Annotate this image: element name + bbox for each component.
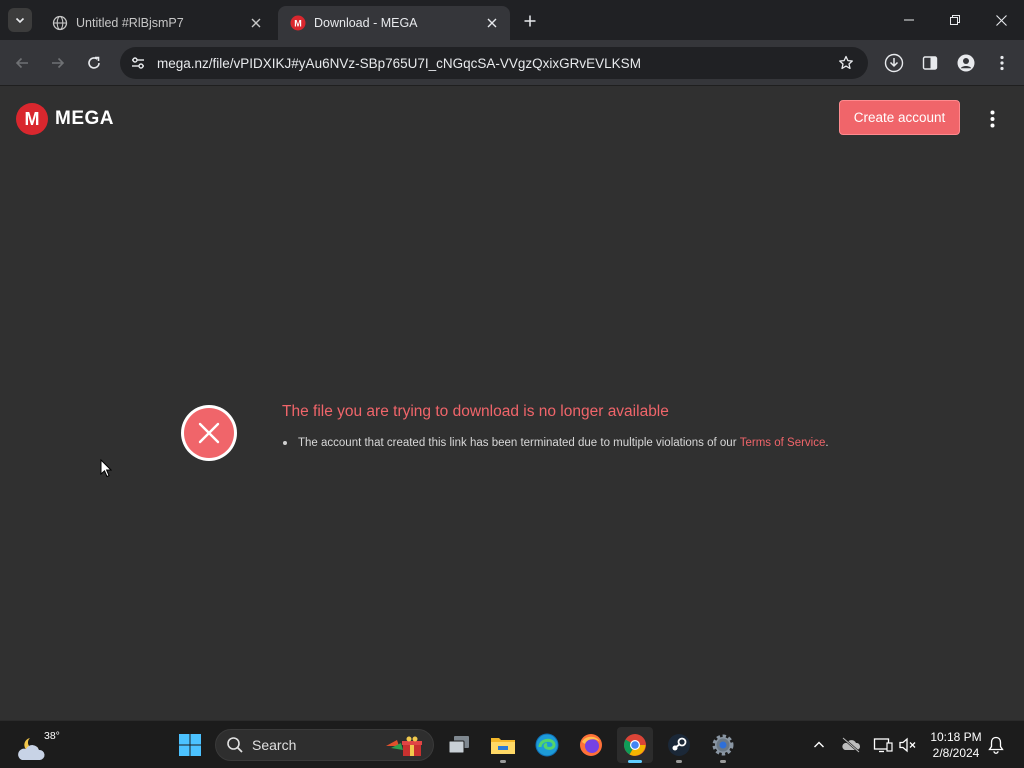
chevron-down-icon [15, 17, 25, 24]
monitor-network-icon [873, 738, 893, 753]
firefox-icon [580, 734, 602, 756]
volume-tray-button[interactable] [896, 733, 920, 757]
taskbar-search[interactable]: Search [215, 729, 434, 761]
plus-icon [524, 15, 536, 27]
chevron-up-icon [814, 741, 824, 748]
mega-favicon-icon: M [290, 15, 306, 31]
gear-icon [712, 734, 734, 756]
clock-date: 2/8/2024 [932, 746, 980, 760]
task-view-button[interactable] [441, 727, 477, 763]
weather-widget[interactable]: 38° [14, 728, 60, 762]
mouse-cursor-icon [100, 459, 112, 478]
browser-menu-button[interactable] [990, 51, 1014, 75]
edge-button[interactable] [529, 727, 565, 763]
arrow-left-icon [15, 57, 28, 69]
folder-icon [491, 738, 515, 754]
chrome-button[interactable] [617, 727, 653, 763]
profile-icon [957, 54, 975, 72]
temperature: 38° [44, 730, 60, 742]
file-explorer-button[interactable] [485, 727, 521, 763]
mega-logo-text: MEGA [55, 108, 114, 129]
settings-button[interactable] [705, 727, 741, 763]
minimize-icon [904, 19, 914, 21]
taskbar-clock[interactable]: 10:18 PM 2/8/2024 [922, 729, 990, 761]
network-tray-button[interactable] [871, 733, 895, 757]
steam-icon [668, 734, 690, 756]
new-tab-button[interactable] [519, 10, 541, 32]
clock-time: 10:18 PM [930, 730, 982, 744]
search-label: Search [252, 737, 297, 753]
terms-of-service-link[interactable]: Terms of Service [740, 437, 826, 449]
cloud-moon-icon [18, 738, 45, 760]
svg-text:M: M [294, 19, 302, 29]
bullet [283, 441, 287, 445]
show-hidden-icons-button[interactable] [807, 733, 831, 757]
site-settings-icon[interactable] [128, 53, 148, 73]
side-panel-icon [922, 56, 938, 70]
more-vert-icon [1000, 55, 1004, 71]
start-button[interactable] [172, 727, 208, 763]
forward-button[interactable] [46, 51, 70, 75]
page-menu-button[interactable] [980, 107, 1004, 131]
side-panel-button[interactable] [918, 51, 942, 75]
minimize-button[interactable] [886, 0, 932, 40]
close-icon [995, 14, 1007, 26]
edge-icon [535, 733, 559, 757]
volume-muted-icon [899, 737, 916, 753]
close-tab-icon[interactable] [484, 15, 500, 31]
mega-page: M MEGA Create account The file you are t… [0, 87, 1024, 720]
mega-logo-icon: M [16, 103, 48, 135]
close-tab-icon[interactable] [248, 15, 264, 31]
url-text[interactable]: mega.nz/file/vPIDXIKJ#yAu6NVz-SBp765U7I_… [157, 56, 641, 71]
error-message: The account that created this link has b… [298, 437, 737, 449]
back-button[interactable] [10, 51, 34, 75]
cloud-off-icon [842, 737, 861, 753]
restore-button[interactable] [932, 0, 978, 40]
arrow-right-icon [52, 57, 65, 69]
error-reason: The account that created this link has b… [282, 437, 829, 449]
steam-button[interactable] [661, 727, 697, 763]
firefox-button[interactable] [573, 727, 609, 763]
error-message-end: . [825, 437, 829, 449]
windows-logo-icon [179, 734, 201, 756]
close-icon [198, 422, 220, 444]
tab-mega-download[interactable]: M Download - MEGA [278, 6, 510, 40]
close-window-button[interactable] [978, 0, 1024, 40]
tab-title: Download - MEGA [314, 16, 418, 30]
tab-bar: Untitled #RlBjsmP7 M Download - MEGA [0, 0, 1024, 40]
create-account-button[interactable]: Create account [839, 100, 960, 135]
download-icon [884, 53, 904, 73]
error-title: The file you are trying to download is n… [282, 403, 669, 420]
tab-untitled[interactable]: Untitled #RlBjsmP7 [40, 6, 274, 40]
notifications-button[interactable] [984, 733, 1008, 757]
onedrive-tray-button[interactable] [839, 733, 863, 757]
profile-button[interactable] [954, 51, 978, 75]
tab-title: Untitled #RlBjsmP7 [76, 16, 184, 30]
mega-logo[interactable]: M MEGA [16, 103, 114, 135]
gift-icon [386, 736, 422, 756]
bell-icon [988, 736, 1004, 754]
error-icon [181, 405, 237, 461]
address-bar[interactable]: mega.nz/file/vPIDXIKJ#yAu6NVz-SBp765U7I_… [120, 47, 868, 79]
tab-search-button[interactable] [8, 8, 32, 32]
search-icon [227, 737, 243, 753]
downloads-button[interactable] [882, 51, 906, 75]
chrome-icon [624, 734, 646, 756]
browser-toolbar: mega.nz/file/vPIDXIKJ#yAu6NVz-SBp765U7I_… [0, 40, 1024, 86]
task-view-icon [448, 736, 469, 754]
bookmark-star-icon[interactable] [836, 53, 856, 73]
windows-taskbar: 38° Search 10:18 PM 2/8/2024 [0, 720, 1024, 768]
more-vert-icon [990, 110, 994, 128]
restore-icon [950, 15, 960, 25]
reload-button[interactable] [82, 51, 106, 75]
reload-icon [88, 56, 100, 69]
globe-icon [52, 15, 68, 31]
